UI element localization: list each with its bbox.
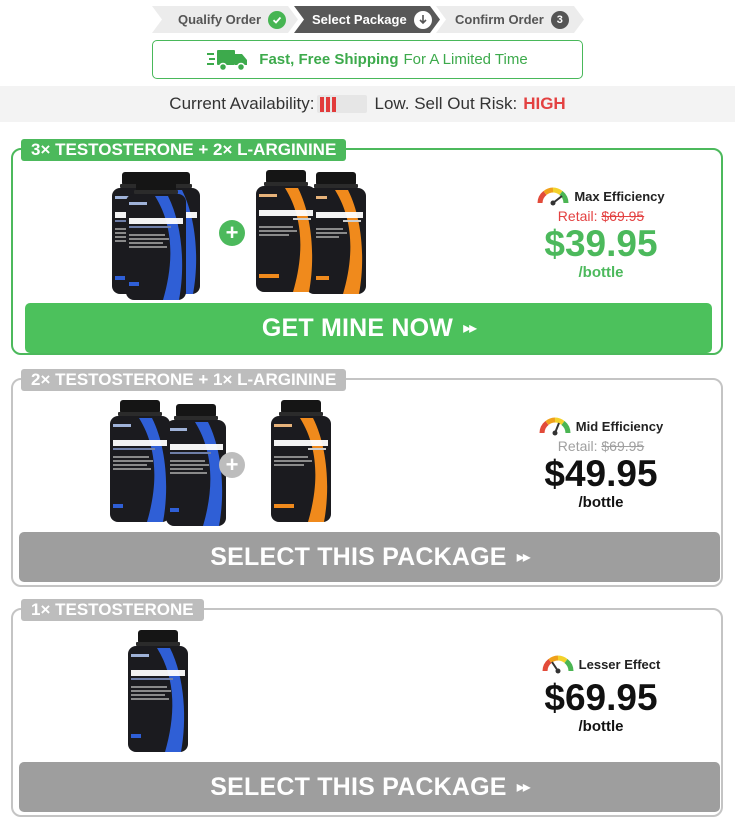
package-option-3t-2l[interactable]: 3× TESTOSTERONE + 2× L-ARGININE + Max Ef… [11, 139, 723, 355]
select-package-button[interactable]: SELECT THIS PACKAGE ▸▸ [19, 762, 720, 812]
retail-price: Retail: $69.95 [557, 438, 645, 454]
per-bottle-label: /bottle [578, 264, 624, 281]
gauge-icon [539, 416, 571, 436]
sale-price: $69.95 [544, 677, 658, 718]
efficiency-label: Max Efficiency [501, 186, 701, 206]
check-icon [268, 10, 287, 29]
efficiency-label: Mid Efficiency [501, 416, 701, 436]
step-confirm-order[interactable]: Confirm Order 3 [436, 6, 584, 33]
per-bottle-label: /bottle [578, 494, 624, 511]
efficiency-label: Lesser Effect [501, 654, 701, 674]
sale-price: $49.95 [544, 453, 658, 494]
step-label: Qualify Order [178, 12, 262, 27]
free-shipping-banner: Fast, Free Shipping For A Limited Time [152, 40, 583, 79]
product-image: + [13, 394, 513, 530]
plus-icon: + [219, 452, 245, 478]
plus-icon: + [219, 220, 245, 246]
step-label: Confirm Order [455, 12, 544, 27]
price-block: Lesser Effect $69.95 /bottle [501, 654, 701, 735]
package-option-2t-1l[interactable]: 2× TESTOSTERONE + 1× L-ARGININE + Mid Ef… [11, 369, 723, 587]
availability-bar: Current Availability: Low. Sell Out Risk… [0, 86, 735, 122]
availability-label: Current Availability: [169, 94, 315, 113]
retail-price: Retail: $69.95 [557, 208, 645, 224]
risk-label: Sell Out Risk: [414, 94, 518, 113]
price-block: Max Efficiency Retail: $69.95 $39.95 /bo… [501, 186, 701, 281]
availability-low: Low. [374, 94, 410, 113]
checkout-steps: Qualify Order Select Package Confirm Ord… [0, 6, 735, 33]
gauge-icon [542, 654, 574, 674]
shipping-bold-text: Fast, Free Shipping [259, 51, 399, 68]
get-mine-now-button[interactable]: GET MINE NOW ▸▸ [25, 303, 712, 353]
per-bottle-label: /bottle [578, 718, 624, 735]
product-image [13, 624, 513, 760]
shipping-rest-text: For A Limited Time [403, 51, 528, 68]
gauge-icon [537, 186, 569, 206]
step-number-badge: 3 [550, 10, 569, 29]
risk-value: HIGH [523, 94, 566, 113]
sale-price: $39.95 [544, 223, 658, 264]
package-title: 3× TESTOSTERONE + 2× L-ARGININE [21, 139, 347, 161]
step-label: Select Package [312, 12, 407, 27]
truck-icon [207, 49, 248, 71]
step-qualify-order[interactable]: Qualify Order [152, 6, 298, 33]
stock-meter [316, 95, 367, 113]
package-option-1t[interactable]: 1× TESTOSTERONE Lesser Effect $69.95 /bo… [11, 599, 723, 817]
select-package-button[interactable]: SELECT THIS PACKAGE ▸▸ [19, 532, 720, 582]
product-image: + [13, 164, 513, 300]
package-title: 2× TESTOSTERONE + 1× L-ARGININE [21, 369, 347, 391]
down-arrow-icon [413, 10, 432, 29]
step-select-package[interactable]: Select Package [294, 6, 440, 33]
price-block: Mid Efficiency Retail: $69.95 $49.95 /bo… [501, 416, 701, 511]
package-title: 1× TESTOSTERONE [21, 599, 204, 621]
